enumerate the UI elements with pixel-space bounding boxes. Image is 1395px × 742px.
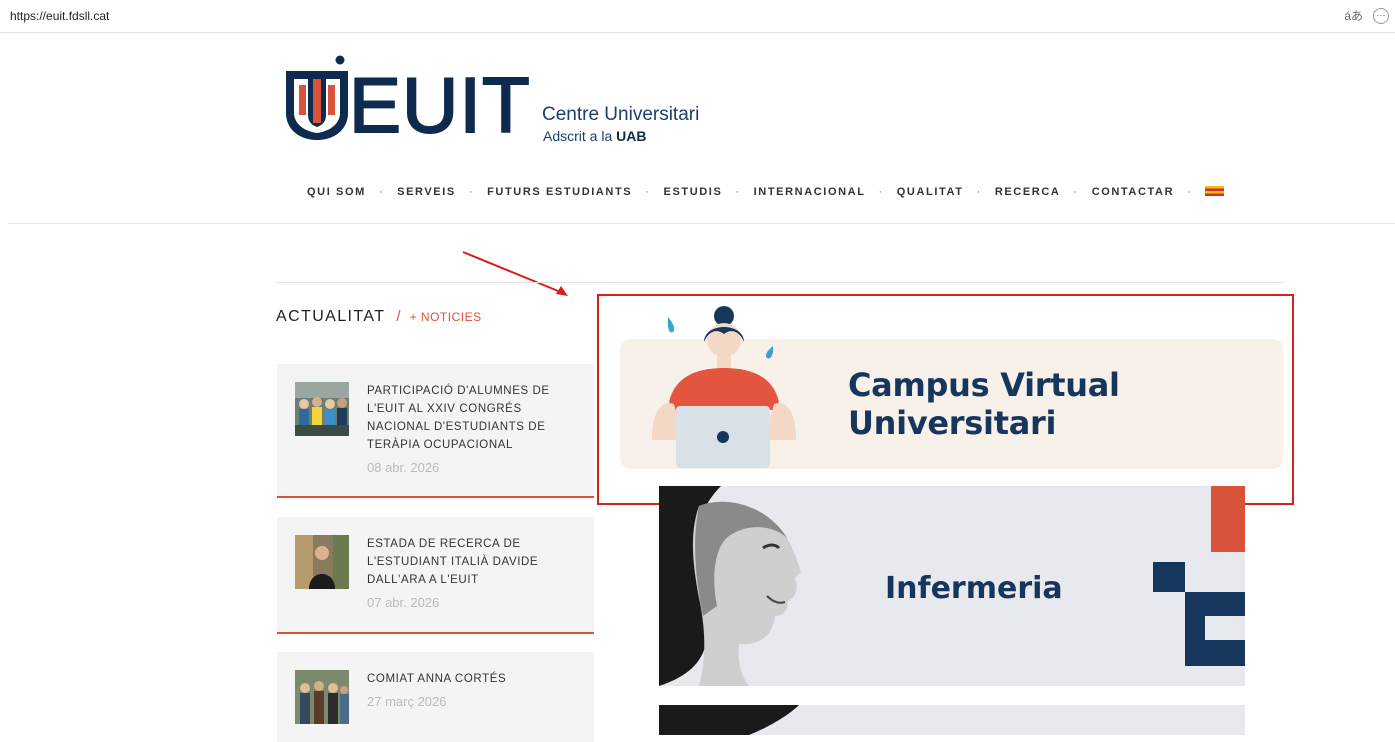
news-heading-title: ACTUALITAT <box>276 308 386 325</box>
nav-separator: · <box>878 186 884 198</box>
banner-photo-icon <box>659 705 799 735</box>
news-card[interactable]: PARTICIPACIÓ D'ALUMNES DE L'EUIT AL XXIV… <box>277 364 594 498</box>
news-title[interactable]: COMIAT ANNA CORTÉS <box>367 670 567 688</box>
nav-item-serveis[interactable]: SERVEIS <box>397 186 456 198</box>
main-nav: QUI SOM · SERVEIS · FUTURS ESTUDIANTS · … <box>307 186 1225 198</box>
news-thumbnail[interactable] <box>295 535 349 589</box>
news-title[interactable]: ESTADA DE RECERCA DE L'ESTUDIANT ITALIÀ … <box>367 535 567 589</box>
next-banner[interactable] <box>659 705 1245 735</box>
more-news-link[interactable]: + NOTICIES <box>410 310 482 324</box>
nav-separator: · <box>468 186 475 198</box>
nav-item-recerca[interactable]: RECERCA <box>995 186 1061 198</box>
news-card[interactable]: COMIAT ANNA CORTÉS 27 març 2026 <box>277 652 594 742</box>
news-date: 08 abr. 2026 <box>367 460 440 475</box>
nav-separator: · <box>735 186 741 198</box>
site-logo[interactable]: EUIT Centre Universitari Adscrit a la UA… <box>286 55 716 149</box>
nav-item-futurs-estudiants[interactable]: FUTURS ESTUDIANTS <box>487 186 632 198</box>
logo-subtitle: Centre Universitari <box>542 104 700 125</box>
news-title[interactable]: PARTICIPACIÓ D'ALUMNES DE L'EUIT AL XXIV… <box>367 382 567 454</box>
infermeria-title[interactable]: Infermeria <box>885 571 1063 606</box>
infermeria-banner[interactable]: Infermeria <box>659 486 1245 686</box>
logo-subtitle-2-bold: UAB <box>616 128 647 144</box>
header-divider <box>8 223 1395 224</box>
address-bar-icons: áあ ⋯ <box>1344 7 1389 24</box>
nav-separator: · <box>378 186 385 198</box>
logo-subtitle-2: Adscrit a la UAB <box>543 128 646 144</box>
more-icon[interactable]: ⋯ <box>1373 7 1389 24</box>
nav-item-internacional[interactable]: INTERNACIONAL <box>754 186 866 198</box>
nav-item-contactar[interactable]: CONTACTAR <box>1092 186 1174 198</box>
nav-item-qui-som[interactable]: QUI SOM <box>307 186 366 198</box>
section-divider <box>276 282 1284 283</box>
shield-logo-icon <box>286 55 348 140</box>
news-heading: ACTUALITAT / + NOTICIES <box>276 308 482 326</box>
nav-separator: · <box>1187 186 1193 198</box>
spain-flag-icon[interactable] <box>1205 186 1225 196</box>
logo-wordmark: EUIT <box>348 61 531 149</box>
address-url[interactable]: https://euit.fdsll.cat <box>10 9 109 23</box>
nav-item-qualitat[interactable]: QUALITAT <box>897 186 964 198</box>
nav-separator: · <box>645 186 651 198</box>
campus-title-line1: Campus Virtual <box>848 366 1120 404</box>
news-thumbnail[interactable] <box>295 670 349 724</box>
campus-title-line2: Universitari <box>848 404 1057 442</box>
nav-separator: · <box>1073 186 1079 198</box>
annotation-arrow-icon <box>462 251 568 296</box>
news-card[interactable]: ESTADA DE RECERCA DE L'ESTUDIANT ITALIÀ … <box>277 517 594 634</box>
news-date: 07 abr. 2026 <box>367 595 440 610</box>
nav-item-estudis[interactable]: ESTUDIS <box>664 186 723 198</box>
news-date: 27 març 2026 <box>367 694 447 709</box>
student-laptop-icon <box>652 306 796 468</box>
news-thumbnail[interactable] <box>295 382 349 436</box>
translate-icon[interactable]: áあ <box>1344 7 1363 24</box>
campus-virtual-title[interactable]: Campus Virtual Universitari <box>848 366 1120 442</box>
browser-address-bar: https://euit.fdsll.cat áあ ⋯ <box>0 0 1395 33</box>
logo-subtitle-2-prefix: Adscrit a la <box>543 128 617 144</box>
nav-separator: · <box>976 186 982 198</box>
news-heading-slash: / <box>396 308 401 325</box>
